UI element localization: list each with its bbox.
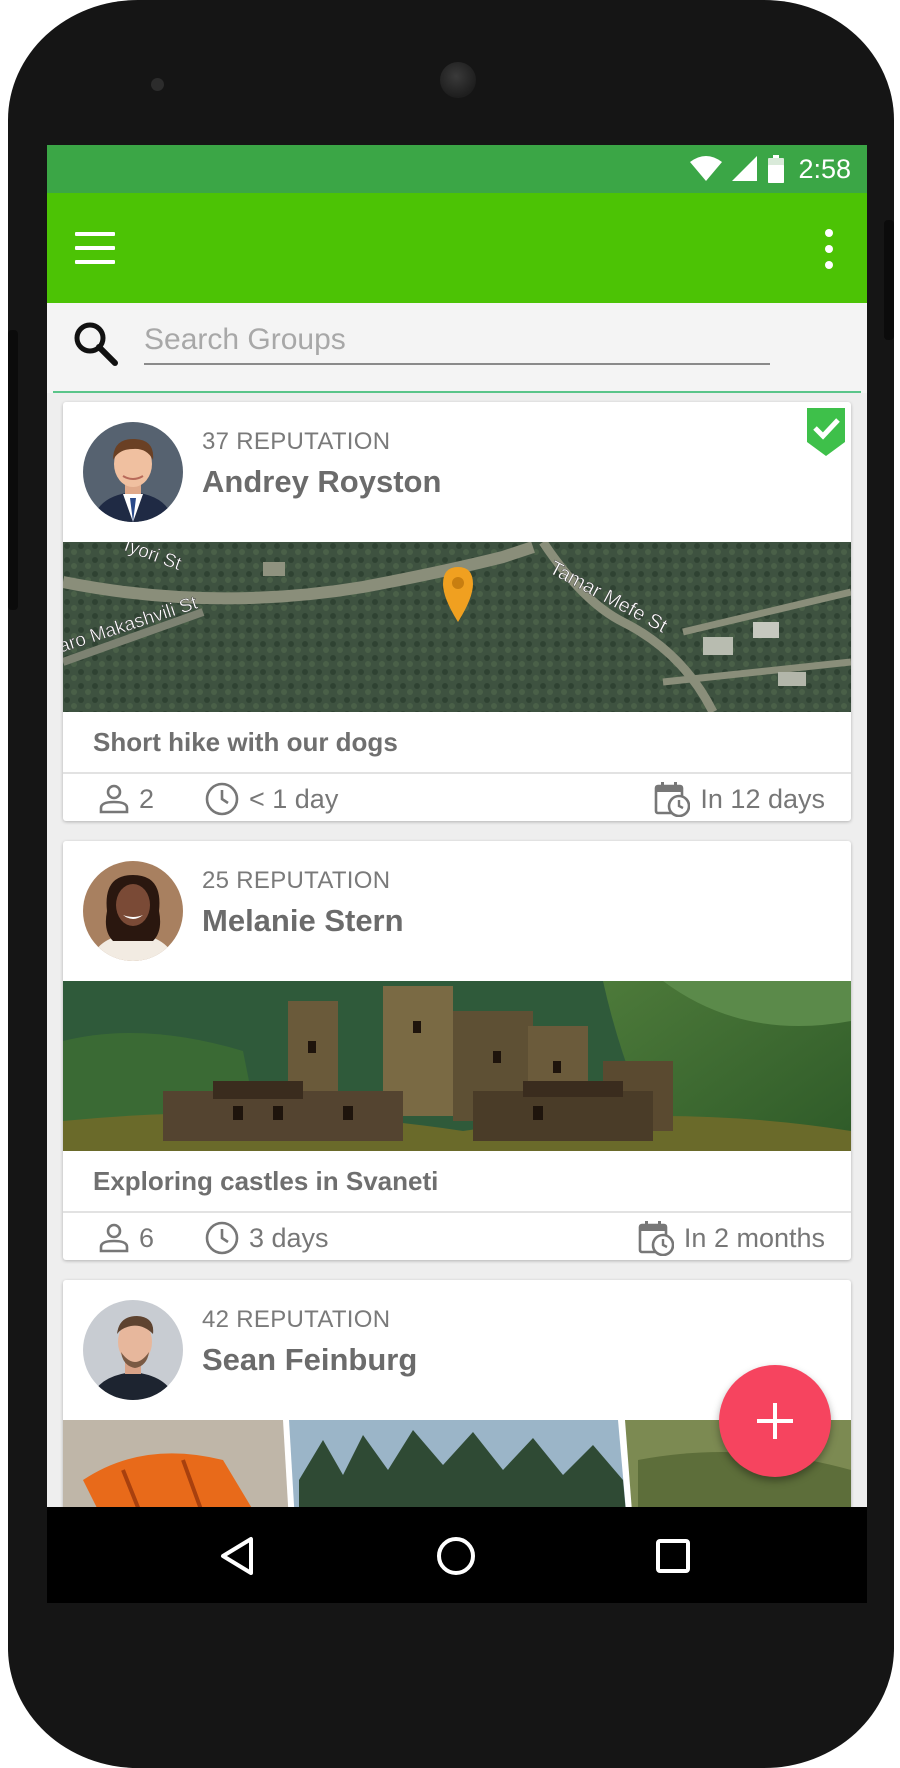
power-button xyxy=(884,220,894,340)
wifi-icon xyxy=(690,156,723,181)
search-icon[interactable] xyxy=(71,319,121,369)
joined-check-icon[interactable] xyxy=(807,408,845,456)
organizer-name: Sean Feinburg xyxy=(202,1342,418,1377)
duration-value: < 1 day xyxy=(249,783,339,814)
search-bar xyxy=(47,303,867,393)
group-card[interactable]: 37 REPUTATION Andrey Royston Tamar Mefe … xyxy=(63,402,851,821)
clock-icon xyxy=(205,782,239,816)
hamburger-menu-icon[interactable] xyxy=(75,229,115,267)
more-vert-icon[interactable] xyxy=(819,229,839,269)
battery-icon xyxy=(768,155,785,183)
plus-icon xyxy=(757,1403,793,1439)
members-count: 2 xyxy=(99,774,154,821)
search-divider xyxy=(53,391,861,393)
calendar-clock-icon xyxy=(638,1221,674,1256)
members-value: 6 xyxy=(139,1222,155,1253)
volume-button xyxy=(8,330,18,610)
search-input[interactable] xyxy=(144,317,770,365)
home-icon[interactable] xyxy=(431,1531,481,1581)
phone-frame: 2:58 Search Groups 37 REPUTATION Andrey … xyxy=(8,0,894,1768)
group-card[interactable]: 25 REPUTATION Melanie Stern Exploring ca… xyxy=(63,841,851,1260)
start-date: In 12 days xyxy=(654,774,825,821)
card-meta: 2 < 1 day In 12 days xyxy=(63,774,851,821)
person-icon xyxy=(99,784,129,814)
duration: 3 days xyxy=(205,1213,329,1260)
add-group-button[interactable] xyxy=(719,1365,831,1477)
recents-icon[interactable] xyxy=(648,1531,698,1581)
organizer-name: Andrey Royston xyxy=(202,464,442,499)
signal-icon xyxy=(732,156,758,181)
person-icon xyxy=(99,1223,129,1253)
members-count: 6 xyxy=(99,1213,154,1260)
navigation-bar xyxy=(47,1507,867,1603)
card-header: 25 REPUTATION Melanie Stern xyxy=(63,841,851,981)
group-title: Short hike with our dogs xyxy=(63,712,851,774)
start-date: In 2 months xyxy=(638,1213,825,1260)
back-icon[interactable] xyxy=(215,1531,265,1581)
members-value: 2 xyxy=(139,783,155,814)
status-time: 2:58 xyxy=(798,153,851,184)
start-date-value: In 2 months xyxy=(683,1222,825,1253)
front-camera xyxy=(440,62,476,98)
group-title: Exploring castles in Svaneti xyxy=(63,1151,851,1213)
castles-image[interactable] xyxy=(63,981,851,1151)
reputation-label: 25 REPUTATION xyxy=(202,867,391,894)
clock-icon xyxy=(205,1221,239,1255)
proximity-sensor xyxy=(151,78,164,91)
organizer-name: Melanie Stern xyxy=(202,903,404,938)
reputation-label: 42 REPUTATION xyxy=(202,1306,391,1333)
avatar[interactable] xyxy=(83,422,183,522)
card-meta: 6 3 days In 2 months xyxy=(63,1213,851,1260)
map-image[interactable]: Tamar Mefe St aro Makashvili St Iyori St xyxy=(63,542,851,712)
screen: 2:58 Search Groups 37 REPUTATION Andrey … xyxy=(47,145,867,1603)
calendar-clock-icon xyxy=(655,782,691,817)
avatar[interactable] xyxy=(83,1300,183,1400)
card-header: 37 REPUTATION Andrey Royston xyxy=(63,402,851,542)
duration: < 1 day xyxy=(205,774,338,821)
reputation-label: 37 REPUTATION xyxy=(202,428,391,455)
status-bar: 2:58 xyxy=(47,145,867,193)
duration-value: 3 days xyxy=(249,1222,329,1253)
app-bar xyxy=(47,193,867,303)
start-date-value: In 12 days xyxy=(700,783,825,814)
avatar[interactable] xyxy=(83,861,183,961)
